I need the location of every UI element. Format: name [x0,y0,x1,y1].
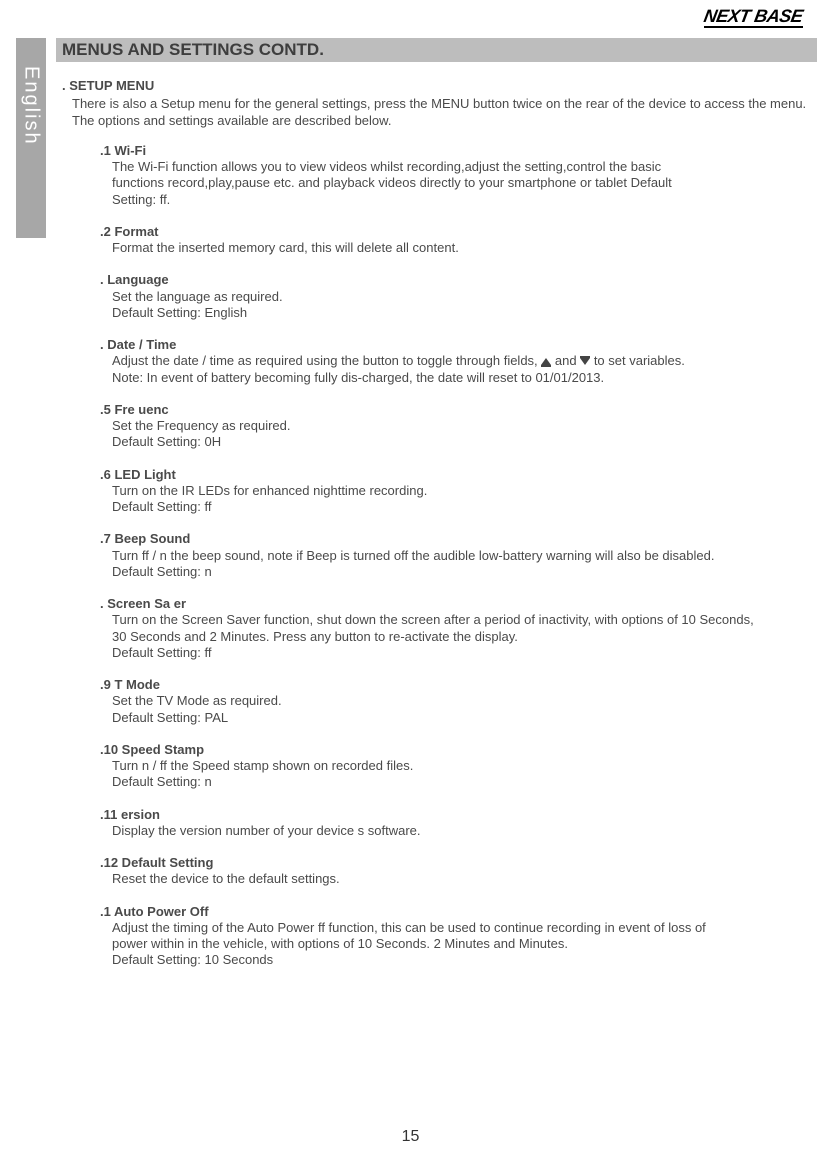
item-body: Format the inserted memory card, this wi… [100,240,811,256]
item-line: The Wi-Fi function allows you to view vi… [112,159,811,175]
section-header-text: MENUS AND SETTINGS CONTD. [62,40,324,59]
brand-logo: NEXT BASE [704,6,803,28]
setup-item: .10 Speed StampTurn n / ff the Speed sta… [100,742,811,791]
item-body: Turn on the Screen Saver function, shut … [100,612,811,661]
item-body: Display the version number of your devic… [100,823,811,839]
setup-item: .5 Fre uencSet the Frequency as required… [100,402,811,451]
down-arrow-icon [580,358,590,365]
item-line: Adjust the date / time as required using… [112,353,811,369]
item-body: Set the Frequency as required.Default Se… [100,418,811,451]
item-line: Default Setting: n [112,564,811,580]
item-title: . Screen Sa er [100,596,811,612]
language-tab-label: English [20,66,43,146]
item-title: .7 Beep Sound [100,531,811,547]
item-title: .12 Default Setting [100,855,811,871]
item-line: Set the Frequency as required. [112,418,811,434]
brand-text: NEXT BASE [703,6,805,27]
item-title: .1 Auto Power Off [100,904,811,920]
item-title: .5 Fre uenc [100,402,811,418]
setup-item: . Date / TimeAdjust the date / time as r… [100,337,811,386]
setup-item: .11 ersionDisplay the version number of … [100,807,811,840]
section-header: MENUS AND SETTINGS CONTD. [56,38,817,62]
item-body: Adjust the date / time as required using… [100,353,811,386]
item-title: .11 ersion [100,807,811,823]
setup-item: .6 LED LightTurn on the IR LEDs for enha… [100,467,811,516]
setup-item: .2 FormatFormat the inserted memory card… [100,224,811,257]
item-title: .2 Format [100,224,811,240]
item-body: Adjust the timing of the Auto Power ff f… [100,920,811,969]
item-line: Default Setting: 0H [112,434,811,450]
item-body: Turn ff / n the beep sound, note if Beep… [100,548,811,581]
items-list: .1 Wi-FiThe Wi-Fi function allows you to… [62,143,811,969]
item-line: Set the TV Mode as required. [112,693,811,709]
item-title: .1 Wi-Fi [100,143,811,159]
content-area: . SETUP MENU There is also a Setup menu … [62,78,811,985]
item-line: Note: In event of battery becoming fully… [112,370,811,386]
setup-item: .7 Beep SoundTurn ff / n the beep sound,… [100,531,811,580]
item-line: Adjust the timing of the Auto Power ff f… [112,920,811,936]
intro-body: There is also a Setup menu for the gener… [62,96,811,129]
item-line: Turn on the Screen Saver function, shut … [112,612,811,628]
item-line: Default Setting: ff [112,499,811,515]
item-body: Turn n / ff the Speed stamp shown on rec… [100,758,811,791]
item-line: Display the version number of your devic… [112,823,811,839]
item-title: . Language [100,272,811,288]
item-line: power within in the vehicle, with option… [112,936,811,952]
item-line: Default Setting: ff [112,645,811,661]
item-line: Default Setting: 10 Seconds [112,952,811,968]
text-fragment: to set variables. [590,353,685,368]
setup-item: .1 Wi-FiThe Wi-Fi function allows you to… [100,143,811,208]
text-fragment: Adjust the date / time as required using… [112,353,541,368]
item-title: .6 LED Light [100,467,811,483]
item-title: .10 Speed Stamp [100,742,811,758]
setup-item: . LanguageSet the language as required.D… [100,272,811,321]
item-body: Reset the device to the default settings… [100,871,811,887]
item-line: Set the language as required. [112,289,811,305]
item-line: Format the inserted memory card, this wi… [112,240,811,256]
item-body: The Wi-Fi function allows you to view vi… [100,159,811,208]
item-line: Reset the device to the default settings… [112,871,811,887]
item-line: functions record,play,pause etc. and pla… [112,175,811,191]
item-title: .9 T Mode [100,677,811,693]
setup-item: .12 Default SettingReset the device to t… [100,855,811,888]
item-line: Turn n / ff the Speed stamp shown on rec… [112,758,811,774]
language-tab: English [16,38,46,238]
item-line: Default Setting: PAL [112,710,811,726]
page-number: 15 [0,1128,821,1146]
setup-item: .9 T Mode Set the TV Mode as required. D… [100,677,811,726]
setup-item: .1 Auto Power OffAdjust the timing of th… [100,904,811,969]
item-body: Set the language as required.Default Set… [100,289,811,322]
setup-item: . Screen Sa erTurn on the Screen Saver f… [100,596,811,661]
text-fragment: and [551,353,580,368]
item-line: Turn on the IR LEDs for enhanced nightti… [112,483,811,499]
item-body: Set the TV Mode as required. Default Set… [100,693,811,726]
item-line: 30 Seconds and 2 Minutes. Press any butt… [112,629,811,645]
item-line: Setting: ff. [112,192,811,208]
intro-title: . SETUP MENU [62,78,811,94]
item-line: Default Setting: English [112,305,811,321]
item-title: . Date / Time [100,337,811,353]
item-line: Turn ff / n the beep sound, note if Beep… [112,548,811,564]
item-body: Turn on the IR LEDs for enhanced nightti… [100,483,811,516]
up-arrow-icon [541,358,551,365]
item-line: Default Setting: n [112,774,811,790]
